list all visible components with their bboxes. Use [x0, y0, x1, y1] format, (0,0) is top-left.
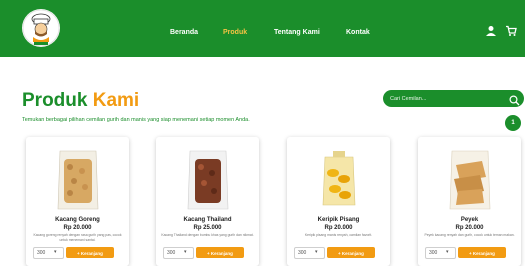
quantity-select[interactable]: 300 ▾ — [33, 247, 64, 259]
chevron-down-icon: ▾ — [54, 249, 57, 255]
add-to-cart-button[interactable]: + Keranjang — [327, 247, 375, 258]
page-title: Produk Kami — [22, 90, 139, 112]
add-to-cart-button[interactable]: + Keranjang — [458, 247, 506, 258]
chevron-down-icon: ▾ — [446, 249, 449, 255]
quantity-value: 300 — [37, 250, 46, 256]
quantity-value: 300 — [167, 250, 176, 256]
quantity-select[interactable]: 300 ▾ — [425, 247, 456, 259]
product-name: Peyek — [460, 217, 479, 223]
search-input[interactable] — [390, 93, 500, 104]
chevron-down-icon: ▾ — [184, 249, 187, 255]
product-price: Rp 20.000 — [324, 225, 353, 231]
page-title-part1: Produk — [22, 90, 88, 111]
product-image-kacang-goreng — [50, 147, 106, 213]
navbar: Beranda Produk Tentang Kami Kontak — [0, 0, 525, 57]
cart-count-badge[interactable]: 1 — [505, 115, 521, 131]
product-price: Rp 20.000 — [455, 225, 484, 231]
chevron-down-icon: ▾ — [315, 249, 318, 255]
product-name: Kacang Thailand — [183, 217, 232, 223]
product-price: Rp 20.000 — [63, 225, 92, 231]
product-image-peyek — [442, 147, 498, 213]
chef-logo[interactable] — [22, 9, 60, 47]
search-bar — [383, 90, 524, 107]
user-icon[interactable] — [485, 24, 497, 36]
product-name: Keripik Pisang — [317, 217, 360, 223]
product-card-kacang-goreng: Kacang Goreng Rp 20.000 Kacang goreng re… — [26, 137, 129, 266]
product-card-kacang-thailand: Kacang Thailand Rp 25.000 Kacang Thailan… — [156, 137, 259, 266]
product-price: Rp 25.000 — [193, 225, 222, 231]
quantity-select[interactable]: 300 ▾ — [294, 247, 325, 259]
product-image-kacang-thailand — [180, 147, 236, 213]
product-description: Kacang goreng renyah dengan rasa gurih y… — [33, 233, 122, 242]
page-title-part2: Kami — [92, 90, 140, 111]
quantity-value: 300 — [298, 250, 307, 256]
cart-icon[interactable] — [505, 24, 517, 36]
nav-link-beranda[interactable]: Beranda — [170, 29, 198, 36]
nav-link-produk[interactable]: Produk — [223, 29, 247, 36]
add-to-cart-button[interactable]: + Keranjang — [66, 247, 114, 258]
nav-link-tentang-kami[interactable]: Tentang Kami — [274, 29, 320, 36]
quantity-value: 300 — [429, 250, 438, 256]
quantity-select[interactable]: 300 ▾ — [163, 247, 194, 259]
add-to-cart-button[interactable]: + Keranjang — [196, 247, 244, 258]
page-subtitle: Temukan berbagai pilihan cemilan gurih d… — [22, 117, 250, 123]
product-card-peyek: Peyek Rp 20.000 Peyek kacang renyah dan … — [418, 137, 521, 266]
product-name: Kacang Goreng — [55, 217, 100, 223]
product-description: Peyek kacang renyah dan gurih, cocok unt… — [424, 233, 515, 237]
product-description: Keripik pisang manis renyah, camilan fav… — [304, 233, 373, 237]
search-icon[interactable] — [509, 93, 520, 111]
product-description: Kacang Thailand dengan bumbu khas yang g… — [161, 233, 254, 237]
nav-link-kontak[interactable]: Kontak — [346, 29, 370, 36]
product-image-keripik-pisang — [311, 147, 367, 213]
product-card-keripik-pisang: Keripik Pisang Rp 20.000 Keripik pisang … — [287, 137, 390, 266]
